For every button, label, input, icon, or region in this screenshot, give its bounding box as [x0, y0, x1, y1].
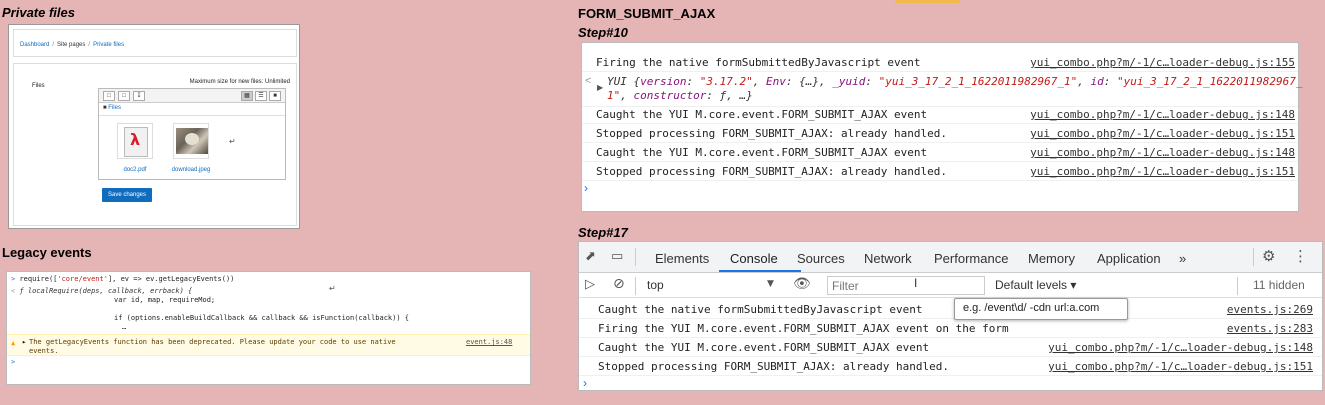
context-selector[interactable]: top [647, 278, 664, 292]
filter-input[interactable]: Filter [827, 276, 985, 295]
devtools-tabbar: ⬈ ▭ Elements Console Sources Network Per… [579, 242, 1322, 273]
console-code-line: if (options.enableBuildCallback && callb… [114, 314, 410, 322]
warning-source-link[interactable]: event.js:48 [466, 338, 512, 346]
console-result-line: < ƒ localRequire(deps, callback, errback… [11, 287, 193, 295]
save-changes-button[interactable]: Save changes [102, 188, 152, 202]
divider [99, 115, 285, 116]
file-item-pdf[interactable]: λ doc2.pdf [115, 123, 155, 173]
console-input-line: > require(['core/event'], ev => ev.getLe… [11, 275, 235, 283]
files-label: Files [32, 83, 45, 89]
tab-performance[interactable]: Performance [934, 251, 1008, 266]
source-link[interactable]: yui_combo.php?m/-1/c…loader-debug.js:148 [1048, 341, 1313, 354]
console-code-line: … [122, 323, 127, 331]
folder-icon: ■ [103, 105, 107, 111]
tab-console[interactable]: Console [730, 251, 778, 266]
image-thumbnail [173, 123, 209, 159]
expand-arrow-icon[interactable]: ▶ [597, 83, 603, 92]
inspect-element-icon[interactable]: ⬈ [585, 249, 596, 264]
source-link[interactable]: yui_combo.php?m/-1/c…loader-debug.js:148 [1030, 108, 1295, 121]
console-prompt-icon[interactable]: › [584, 181, 588, 195]
console-log-row: Stopped processing FORM_SUBMIT_AJAX: alr… [582, 124, 1298, 143]
file-name[interactable]: download.jpeg [171, 167, 211, 173]
expand-arrow-icon[interactable]: ▸ [22, 338, 26, 346]
deprecation-warning: ▲ ▸ The getLegacyEvents function has bee… [7, 334, 530, 356]
legacy-events-console: > require(['core/event'], ev => ev.getLe… [6, 271, 531, 385]
tab-sources[interactable]: Sources [797, 251, 845, 266]
show-sidebar-icon[interactable]: ▷ [585, 277, 595, 292]
tab-application[interactable]: Application [1097, 251, 1161, 266]
source-link[interactable]: events.js:283 [1227, 322, 1313, 335]
list-view-icon[interactable]: ☰ [255, 91, 267, 101]
live-expression-eye-icon[interactable]: 👁 [793, 276, 811, 292]
file-item-image[interactable]: download.jpeg [171, 123, 211, 173]
active-tab-underline [719, 270, 801, 272]
tab-memory[interactable]: Memory [1028, 251, 1075, 266]
filter-tooltip: e.g. /event\d/ -cdn url:a.com [954, 298, 1128, 320]
console-log-row: Firing the YUI M.core.event.FORM_SUBMIT_… [579, 319, 1322, 338]
console-log-row: Stopped processing FORM_SUBMIT_AJAX: alr… [579, 357, 1322, 376]
tree-view-icon[interactable]: ■ [269, 91, 281, 101]
warning-icon: ▲ [11, 339, 16, 347]
grid-view-icon[interactable]: ▦ [241, 91, 253, 101]
hidden-count: 11 hidden [1253, 278, 1305, 292]
source-link[interactable]: yui_combo.php?m/-1/c…loader-debug.js:148 [1030, 146, 1295, 159]
breadcrumb-dashboard[interactable]: Dashboard [20, 42, 49, 48]
tab-network[interactable]: Network [864, 251, 912, 266]
breadcrumb-site-pages[interactable]: Site pages [57, 42, 85, 48]
result-arrow-icon: < [585, 75, 592, 87]
console-object-row[interactable]: < ▶ YUI {version: "3.17.2", Env: {…}, _y… [582, 73, 1302, 107]
warning-text: The getLegacyEvents function has been de… [29, 338, 396, 355]
folder-path: ■ Files [103, 105, 121, 111]
console-log-row: Caught the native formSubmittedByJavascr… [579, 300, 1322, 319]
source-link[interactable]: yui_combo.php?m/-1/c…loader-debug.js:151 [1030, 165, 1295, 178]
step17-label: Step#17 [578, 225, 628, 240]
console-log-row: Caught the YUI M.core.event.FORM_SUBMIT_… [579, 338, 1322, 357]
log-levels-dropdown[interactable]: Default levels ▾ [995, 278, 1076, 292]
console-prompt-icon[interactable]: > [11, 358, 15, 366]
private-files-heading: Private files [2, 5, 75, 20]
pdf-icon: λ [117, 123, 153, 159]
file-manager-toolbar: □ □ ↧ ▦ ☰ ■ [99, 89, 285, 103]
step10-console: Firing the native formSubmittedByJavascr… [581, 42, 1302, 212]
breadcrumb-private-files[interactable]: Private files [93, 42, 124, 48]
mouse-cursor-icon: ↵ [329, 284, 336, 293]
source-link[interactable]: yui_combo.php?m/-1/c…loader-debug.js:151 [1048, 360, 1313, 373]
console-log-row: Caught the YUI M.core.event.FORM_SUBMIT_… [582, 105, 1298, 124]
max-size-text: Maximum size for new files: Unlimited [189, 79, 290, 85]
form-submit-title: FORM_SUBMIT_AJAX [578, 6, 716, 21]
folder-path-files[interactable]: Files [108, 105, 121, 111]
file-manager: □ □ ↧ ▦ ☰ ■ ■ Files λ doc2.pdf download.… [98, 88, 286, 180]
breadcrumb-box: Dashboard / Site pages / Private files [13, 29, 297, 57]
create-folder-icon[interactable]: □ [118, 91, 130, 101]
console-prompt-icon[interactable]: › [583, 376, 587, 390]
private-files-screenshot: Dashboard / Site pages / Private files Files… [8, 24, 300, 229]
clear-console-icon[interactable]: ⊘ [613, 276, 625, 292]
context-dropdown-icon[interactable]: ▼ [767, 279, 774, 289]
download-icon[interactable]: ↧ [133, 91, 145, 101]
legacy-events-heading: Legacy events [2, 245, 92, 260]
device-toolbar-icon[interactable]: ▭ [611, 249, 623, 264]
breadcrumb: Dashboard / Site pages / Private files [20, 42, 125, 48]
console-log-row: Caught the YUI M.core.event.FORM_SUBMIT_… [582, 143, 1298, 162]
text-cursor-icon: I [914, 276, 918, 290]
file-name[interactable]: doc2.pdf [115, 167, 155, 173]
source-link[interactable]: yui_combo.php?m/-1/c…loader-debug.js:151 [1030, 127, 1295, 140]
file-manager-region: Files Maximum size for new files: Unlimi… [13, 63, 297, 226]
devtools-panel: ⬈ ▭ Elements Console Sources Network Per… [578, 241, 1323, 391]
source-link[interactable]: events.js:269 [1227, 303, 1313, 316]
top-accent-strip [895, 0, 960, 3]
add-file-icon[interactable]: □ [103, 91, 115, 101]
step10-label: Step#10 [578, 25, 628, 40]
mouse-cursor-icon: ↵ [229, 137, 236, 146]
more-tabs-icon[interactable]: » [1179, 251, 1186, 266]
source-link[interactable]: yui_combo.php?m/-1/c…loader-debug.js:155 [1030, 56, 1295, 69]
console-log-row: Stopped processing FORM_SUBMIT_AJAX: alr… [582, 162, 1298, 181]
settings-gear-icon[interactable]: ⚙ [1262, 247, 1275, 265]
more-options-icon[interactable]: ⋮ [1293, 247, 1308, 265]
console-toolbar: ▷ ⊘ top ▼ 👁 Filter I Default levels ▾ 11… [579, 273, 1322, 298]
console-log-row: Firing the native formSubmittedByJavascr… [582, 53, 1298, 72]
tab-elements[interactable]: Elements [655, 251, 709, 266]
console-code-line: var id, map, requireMod; [114, 296, 216, 304]
